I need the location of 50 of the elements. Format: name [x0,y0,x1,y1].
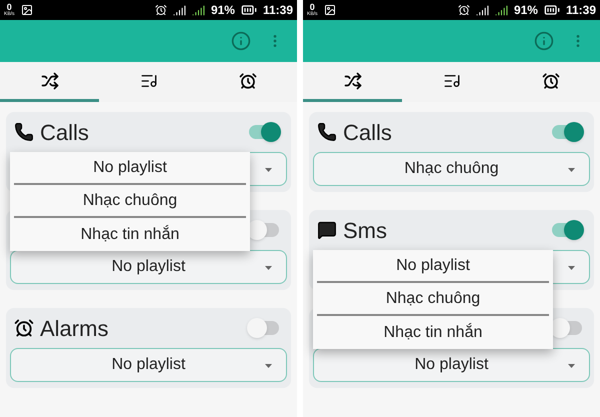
shuffle-icon [344,72,362,90]
shuffle-icon [40,72,58,90]
dropdown-caret-icon [265,364,272,368]
info-icon[interactable] [231,31,251,51]
image-icon [324,4,336,16]
signal-icon [494,4,508,16]
alarm-clock-icon [458,4,470,16]
clock-time: 11:39 [566,2,596,19]
alarm-clock-icon [542,72,560,90]
toggle-switch[interactable] [552,125,582,139]
menu-option[interactable]: Nhạc tin nhắn [14,218,246,251]
dropdown-field[interactable]: No playlist [10,348,287,382]
section-title: Sms [343,216,387,244]
dropdown-caret-icon [265,168,272,172]
network-speed: 0 [310,3,315,12]
menu-option[interactable]: No playlist [14,152,246,185]
toggle-switch[interactable] [552,223,582,237]
menu-option[interactable]: No playlist [317,250,549,283]
dropdown-field[interactable]: Nhạc chuông [313,152,590,186]
alarm-clock-icon [154,4,167,16]
section-title: Alarms [40,314,108,342]
menu-option[interactable]: Nhạc chuông [317,283,549,316]
info-icon[interactable] [534,31,554,51]
phone-icon [14,122,34,142]
dropdown-field[interactable]: No playlist [313,348,590,382]
signal-icon [476,4,489,16]
dropdown-caret-icon [568,266,575,270]
section-title: Calls [40,118,89,146]
signal-icon [172,4,186,16]
message-icon [317,220,337,240]
section-title: Calls [343,118,392,146]
dropdown-caret-icon [265,266,272,270]
clock-time: 11:39 [262,2,293,19]
alarm-clock-icon [238,72,256,90]
image-icon [20,4,33,16]
toggle-switch[interactable] [249,321,279,335]
dropdown-caret-icon [568,168,575,172]
dropdown-caret-icon [568,364,575,368]
alarm-clock-icon [14,318,34,338]
dropdown-field[interactable]: No playlist [10,250,287,284]
phone-icon [317,122,337,142]
menu-option[interactable]: Nhạc chuông [14,185,246,218]
toggle-switch[interactable] [249,223,279,237]
network-speed: 0 [6,3,12,12]
battery-percent: 91% [210,2,235,19]
menu-option[interactable]: Nhạc tin nhắn [317,316,549,349]
signal-icon [192,4,205,16]
toggle-switch[interactable] [249,125,279,139]
battery-percent: 91% [514,2,538,19]
toggle-switch[interactable] [552,321,582,335]
